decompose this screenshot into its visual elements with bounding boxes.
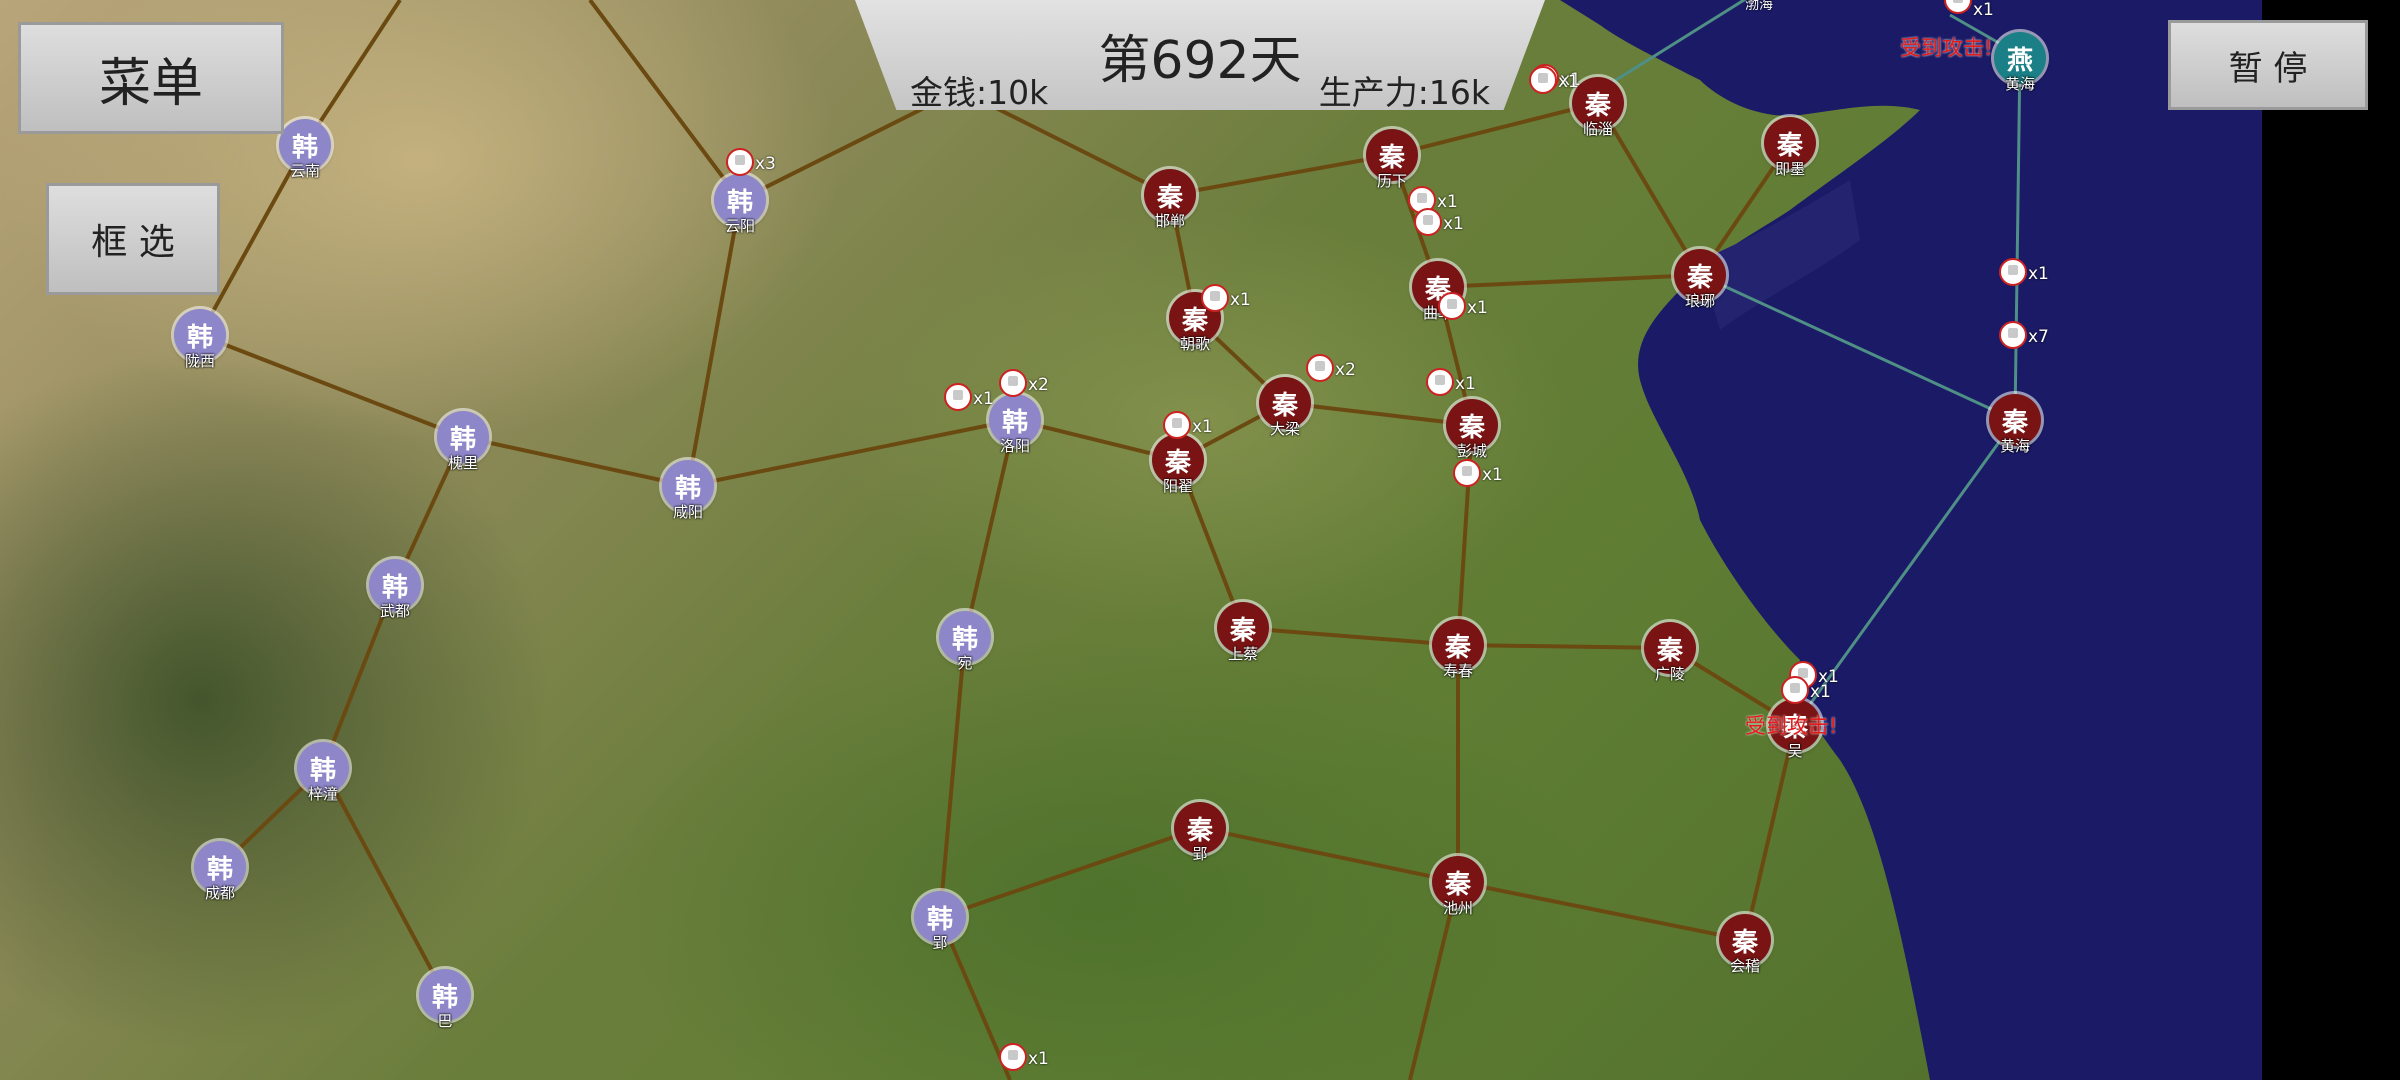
army-marker[interactable] xyxy=(1999,258,2027,286)
army-count: x1 xyxy=(1437,192,1458,212)
city-node[interactable]: 秦 xyxy=(1174,802,1226,854)
city-node[interactable]: 韩 xyxy=(174,309,226,361)
road xyxy=(938,636,967,918)
army-marker[interactable] xyxy=(1201,284,1229,312)
army-count: x1 xyxy=(973,389,994,409)
city-node[interactable]: 秦 xyxy=(1432,856,1484,908)
city-node[interactable]: 秦 xyxy=(1144,169,1196,221)
city-node[interactable]: 秦 xyxy=(1432,619,1484,671)
army-marker[interactable] xyxy=(726,148,754,176)
army-marker[interactable] xyxy=(999,369,1027,397)
screen-edge xyxy=(2262,0,2400,1080)
army-marker[interactable] xyxy=(1163,411,1191,439)
city-node[interactable]: 燕 xyxy=(1994,32,2046,84)
army-marker[interactable] xyxy=(999,1043,1027,1071)
city-node[interactable]: 韩 xyxy=(989,394,1041,446)
army-count: x1 xyxy=(1455,374,1476,394)
road xyxy=(686,199,742,487)
map-overlay xyxy=(198,0,2262,1080)
status-panel: 第692天 金钱:10k 生产力:16k xyxy=(855,0,1545,112)
army-marker[interactable] xyxy=(944,383,972,411)
attack-alert: 受到攻击! xyxy=(1745,714,1838,738)
road xyxy=(963,419,1017,638)
army-marker[interactable] xyxy=(1453,459,1481,487)
city-node[interactable]: 秦 xyxy=(1989,394,2041,446)
city-node[interactable]: 秦 xyxy=(1446,399,1498,451)
army-count: x1 xyxy=(1230,290,1251,310)
army-count: x1 xyxy=(1482,465,1503,485)
road xyxy=(1596,101,1702,277)
city-node[interactable]: 韩 xyxy=(194,841,246,893)
city-node[interactable]: 韩 xyxy=(279,119,331,171)
roads xyxy=(198,0,1797,1080)
road xyxy=(462,435,689,488)
road xyxy=(1457,643,1671,650)
road xyxy=(1242,626,1459,647)
army-count: x1 xyxy=(1443,214,1464,234)
city-node[interactable]: 韩 xyxy=(297,742,349,794)
city-node[interactable]: 秦 xyxy=(1366,129,1418,181)
road xyxy=(1456,424,1474,646)
army-marker[interactable] xyxy=(1781,676,1809,704)
road xyxy=(1284,401,1473,427)
box-select-button[interactable]: 框 选 xyxy=(46,183,220,295)
army-count: x2 xyxy=(1335,360,1356,380)
city-node[interactable]: 秦 xyxy=(1719,914,1771,966)
city-node[interactable]: 秦 xyxy=(1152,434,1204,486)
city-node[interactable]: 秦 xyxy=(1644,622,1696,674)
army-marker[interactable] xyxy=(1306,354,1334,382)
road xyxy=(1169,153,1393,197)
road xyxy=(321,767,447,996)
road xyxy=(1457,880,1746,942)
world-map[interactable]: 渤海 韩 云南 韩 陇西 韩 云阳 韩 槐里 韩 咸阳 韩 洛阳 韩 武都 韩 … xyxy=(0,0,2262,1080)
city-node[interactable]: 秦 xyxy=(1764,117,1816,169)
city-node[interactable]: 秦 xyxy=(1217,602,1269,654)
east-sea xyxy=(1560,0,2262,1080)
army-marker[interactable] xyxy=(1438,292,1466,320)
production-readout: 生产力:16k xyxy=(1318,73,1490,112)
city-node[interactable]: 秦 xyxy=(1259,377,1311,429)
city-node[interactable]: 韩 xyxy=(914,891,966,943)
road xyxy=(588,0,742,202)
road xyxy=(1743,724,1797,941)
army-count: x1 xyxy=(1810,682,1831,702)
road xyxy=(1437,273,1701,289)
sea-label: 渤海 xyxy=(1745,0,1773,13)
money-readout: 金钱:10k xyxy=(910,73,1049,112)
road xyxy=(1199,826,1459,884)
army-count: x1 xyxy=(2028,264,2049,284)
attack-alert: 受到攻击! xyxy=(1900,36,1993,60)
road xyxy=(1408,881,1460,1080)
road xyxy=(321,584,397,769)
city-node[interactable]: 韩 xyxy=(714,174,766,226)
pause-button[interactable]: 暂 停 xyxy=(2168,20,2368,110)
army-count: x1 xyxy=(1192,417,1213,437)
army-marker[interactable] xyxy=(1414,208,1442,236)
city-node[interactable]: 韩 xyxy=(419,969,471,1021)
army-count: x7 xyxy=(2028,327,2049,347)
road xyxy=(939,826,1201,919)
army-count: x1 xyxy=(1028,1049,1049,1069)
army-count: x2 xyxy=(1028,375,1049,395)
city-node[interactable]: 韩 xyxy=(939,611,991,663)
army-marker[interactable] xyxy=(1999,321,2027,349)
menu-button[interactable]: 菜单 xyxy=(18,22,284,134)
road xyxy=(687,418,1016,488)
army-count: x3 xyxy=(755,154,776,174)
army-marker[interactable] xyxy=(1426,368,1454,396)
city-node[interactable]: 秦 xyxy=(1674,249,1726,301)
army-count: x1 xyxy=(1467,298,1488,318)
city-node[interactable]: 韩 xyxy=(369,559,421,611)
army-count: x1 xyxy=(1973,0,1994,20)
city-node[interactable]: 韩 xyxy=(662,460,714,512)
army-count: x1 xyxy=(1558,72,1579,92)
road xyxy=(199,333,464,439)
city-node[interactable]: 韩 xyxy=(437,411,489,463)
